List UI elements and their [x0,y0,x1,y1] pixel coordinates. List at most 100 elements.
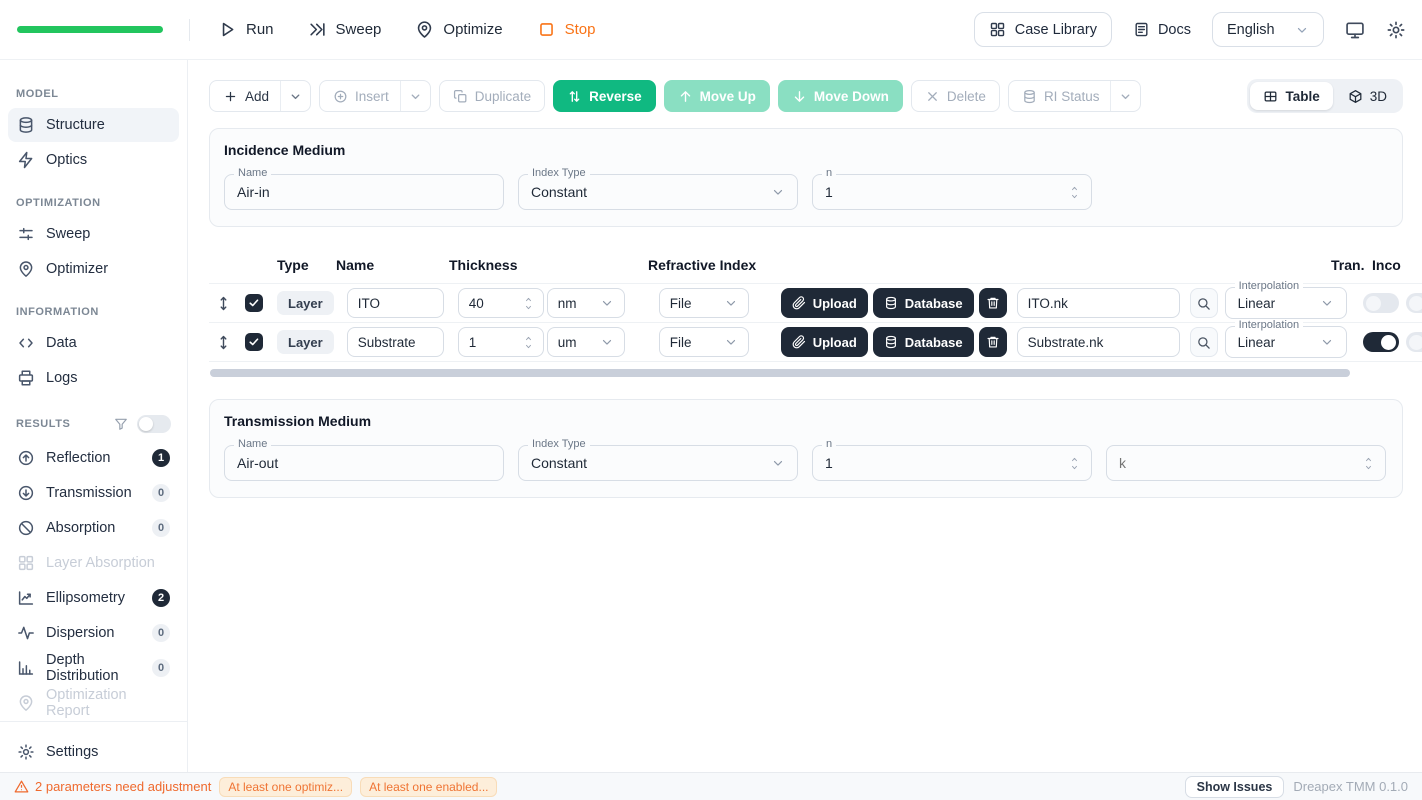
transmission-n-input[interactable] [825,455,1070,471]
issue-chip[interactable]: At least one optimiz... [219,776,353,797]
optimize-button[interactable]: Optimize [415,20,503,39]
inco-toggle[interactable] [1405,293,1422,313]
warning-triangle-icon [14,779,29,794]
result-count-badge: 0 [152,659,170,677]
sidebar-item-optics[interactable]: Optics [8,143,179,177]
sweep-button[interactable]: Sweep [308,20,381,39]
interpolation-select[interactable]: Interpolation Linear [1224,319,1347,358]
incidence-n-field[interactable]: n [812,167,1092,210]
layer-thickness-input[interactable] [468,334,524,350]
delete-file-button[interactable] [978,327,1007,357]
insert-button[interactable]: Insert [320,81,400,111]
move-up-label: Move Up [699,88,756,104]
sidebar-item-label: Sweep [46,226,91,242]
sidebar-item-dispersion[interactable]: Dispersion 0 [8,616,179,650]
ri-file-input[interactable] [1027,295,1169,311]
number-spinner[interactable] [1070,185,1079,200]
layer-name-field[interactable] [346,288,444,318]
show-issues-button[interactable]: Show Issues [1184,775,1285,798]
ri-source-select[interactable]: File [658,288,749,318]
duplicate-button[interactable]: Duplicate [438,80,546,112]
tran-toggle[interactable] [1362,332,1399,352]
ri-status-dropdown-button[interactable] [1110,81,1140,111]
number-spinner[interactable] [1364,456,1373,471]
filter-icon[interactable] [114,417,128,431]
move-down-button[interactable]: Move Down [777,80,903,112]
transmission-k-field[interactable] [1106,445,1386,481]
chevron-down-icon [724,296,738,310]
sidebar-item-ellipsometry[interactable]: Ellipsometry 2 [8,581,179,615]
sidebar-item-depth-distribution[interactable]: Depth Distribution 0 [8,651,179,685]
sidebar-item-reflection[interactable]: Reflection 1 [8,441,179,475]
thickness-unit-select[interactable]: um [546,327,625,357]
layer-thickness-field[interactable] [457,288,544,318]
incidence-name-field[interactable]: Name [224,167,504,210]
layer-enabled-checkbox[interactable] [245,294,263,312]
database-button[interactable]: Database [872,327,974,357]
search-file-button[interactable] [1189,288,1218,318]
sidebar-item-structure[interactable]: Structure [8,108,179,142]
layer-name-field[interactable] [346,327,444,357]
incidence-index-type-select[interactable]: Index Type Constant [518,167,798,210]
tran-toggle[interactable] [1362,293,1399,313]
insert-dropdown-button[interactable] [399,81,430,111]
number-spinner[interactable] [1070,456,1079,471]
run-button[interactable]: Run [218,20,274,39]
add-button[interactable]: Add [210,81,280,111]
drag-handle-icon[interactable] [215,295,232,312]
number-spinner[interactable] [524,296,533,311]
stop-button[interactable]: Stop [537,20,595,39]
transmission-n-field[interactable]: n [812,438,1092,481]
ri-file-field[interactable] [1016,288,1180,318]
app-window: Run Sweep Optimize Stop Case Library Doc… [0,0,1422,800]
sidebar-item-optimizer[interactable]: Optimizer [8,252,179,286]
incidence-name-input[interactable] [237,184,491,200]
incidence-n-input[interactable] [825,184,1070,200]
interpolation-select[interactable]: Interpolation Linear [1224,280,1347,319]
ri-file-field[interactable] [1016,327,1180,357]
thickness-unit-select[interactable]: nm [546,288,625,318]
sidebar-item-data[interactable]: Data [8,326,179,360]
sidebar-item-settings[interactable]: Settings [8,735,179,769]
transmission-k-input[interactable] [1119,455,1364,471]
sidebar-item-logs[interactable]: Logs [8,361,179,395]
transmission-index-type-select[interactable]: Index Type Constant [518,438,798,481]
case-library-button[interactable]: Case Library [973,12,1112,47]
search-file-button[interactable] [1189,327,1218,357]
display-mode-button[interactable] [1345,20,1365,40]
sidebar-item-absorption[interactable]: Absorption 0 [8,511,179,545]
ri-status-button[interactable]: RI Status [1009,81,1111,111]
layer-thickness-input[interactable] [468,295,524,311]
add-dropdown-button[interactable] [280,81,310,111]
layer-name-input[interactable] [357,334,433,350]
ri-file-input[interactable] [1027,334,1169,350]
ri-source-select[interactable]: File [658,327,749,357]
move-up-button[interactable]: Move Up [663,80,770,112]
issue-chip[interactable]: At least one enabled... [360,776,498,797]
delete-button[interactable]: Delete [910,80,1000,112]
delete-file-button[interactable] [978,288,1007,318]
language-select[interactable]: English [1212,12,1324,47]
transmission-name-field[interactable]: Name [224,438,504,481]
inco-toggle[interactable] [1405,332,1422,352]
database-button[interactable]: Database [872,288,974,318]
reverse-button[interactable]: Reverse [553,80,656,112]
view-table-tab[interactable]: Table [1250,82,1333,110]
transmission-name-input[interactable] [237,455,491,471]
sidebar-item-sweep[interactable]: Sweep [8,217,179,251]
layer-enabled-checkbox[interactable] [245,333,263,351]
docs-button[interactable]: Docs [1133,21,1191,38]
layer-thickness-field[interactable] [457,327,544,357]
fast-forward-icon [308,20,327,39]
number-spinner[interactable] [524,335,533,350]
drag-handle-icon[interactable] [215,334,232,351]
layer-name-input[interactable] [357,295,433,311]
grid-icon [17,554,35,572]
upload-button[interactable]: Upload [780,327,868,357]
settings-button-top[interactable] [1386,20,1406,40]
sidebar-item-transmission[interactable]: Transmission 0 [8,476,179,510]
view-3d-tab[interactable]: 3D [1335,82,1400,110]
results-filter-toggle[interactable] [137,415,171,433]
scrollbar-thumb[interactable] [210,369,1350,377]
upload-button[interactable]: Upload [780,288,868,318]
